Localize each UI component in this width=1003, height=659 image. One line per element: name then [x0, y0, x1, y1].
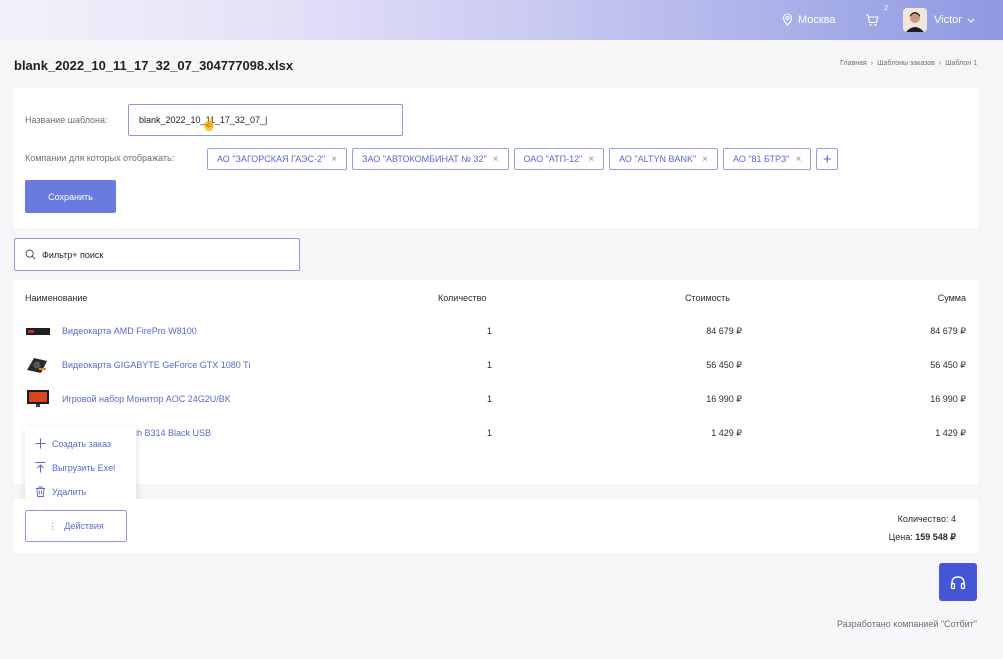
total-price: Цена: 159 548 ₽	[889, 528, 956, 546]
city-selector[interactable]: Москва	[782, 13, 836, 26]
product-thumbnail	[27, 358, 47, 373]
menu-item-label: Выгрузить Exel	[52, 462, 116, 473]
breadcrumb-home[interactable]: Главная	[840, 60, 867, 67]
user-menu[interactable]: Victor	[934, 14, 975, 26]
user-name: Victor	[934, 14, 962, 26]
menu-item-create-order[interactable]: Создать заказ	[35, 438, 111, 449]
menu-item-export-excel[interactable]: Выгрузить Exel	[35, 462, 115, 473]
company-chip[interactable]: АО "ЗАГОРСКАЯ ГАЭС-2" ×	[207, 148, 348, 170]
page-title: blank_2022_10_11_17_32_07_304777098.xlsx	[14, 58, 294, 73]
product-sum: 1 429 ₽	[935, 428, 966, 438]
product-thumbnail	[26, 328, 50, 335]
chevron-right-icon: ›	[870, 60, 874, 67]
column-header-name[interactable]: Наименование	[25, 293, 87, 303]
table-row: Видеокарта AMD FirePro W8100 1 84 679 ₽ …	[14, 314, 978, 348]
upload-icon	[35, 462, 46, 473]
column-header-quantity[interactable]: Количество	[438, 293, 486, 303]
company-chip-label: АО "ALTYN BANK"	[619, 154, 697, 164]
add-company-button[interactable]: +	[816, 148, 839, 170]
column-header-sum[interactable]: Сумма	[938, 293, 966, 303]
user-photo	[903, 8, 927, 32]
product-cost: 1 429 ₽	[711, 428, 742, 438]
table-row: Видеокарта GIGABYTE GeForce GTX 1080 Ti …	[14, 348, 978, 382]
product-sum: 56 450 ₽	[930, 360, 966, 370]
product-quantity: 1	[487, 326, 493, 336]
product-cost: 16 990 ₽	[706, 394, 742, 404]
company-chip-label: ЗАО "АВТОКОМБИНАТ № 32"	[362, 154, 487, 164]
avatar[interactable]	[903, 8, 927, 32]
page-content: blank_2022_10_11_17_32_07_304777098.xlsx…	[0, 40, 1003, 659]
plus-icon: +	[822, 150, 832, 168]
cart-icon	[866, 13, 879, 26]
menu-item-label: Удалить	[52, 486, 87, 497]
kebab-icon: ⋮	[48, 520, 58, 531]
product-quantity: 1	[487, 394, 493, 404]
product-name-link[interactable]: Видеокарта GIGABYTE GeForce GTX 1080 Ti	[62, 360, 250, 370]
product-sum: 16 990 ₽	[930, 394, 966, 404]
city-label: Москва	[798, 13, 836, 26]
price-label: Цена:	[888, 532, 913, 542]
company-chip[interactable]: АО "ALTYN BANK" ×	[609, 148, 719, 170]
company-chip-label: АО "ЗАГОРСКАЯ ГАЭС-2"	[217, 154, 326, 164]
location-pin-icon	[782, 13, 793, 26]
close-icon[interactable]: ×	[493, 154, 499, 165]
companies-label: Компании для которых отображать:	[25, 153, 175, 163]
company-chip[interactable]: ОАО "АТП-12" ×	[513, 148, 605, 170]
company-chip[interactable]: АО "81 БТРЗ" ×	[723, 148, 812, 170]
breadcrumb-current: Шаблон 1	[945, 60, 977, 67]
template-settings-card: Название шаблона: blank_2022_10_11_17_32…	[14, 88, 978, 228]
breadcrumb-templates[interactable]: Шаблоны заказов	[877, 60, 935, 67]
menu-item-delete[interactable]: Удалить	[35, 486, 86, 497]
chevron-down-icon	[967, 18, 975, 23]
search-text: Фильтр+ поиск	[42, 249, 104, 260]
order-totals: Количество: 4 Цена: 159 548 ₽	[889, 510, 956, 546]
product-cost: 84 679 ₽	[706, 326, 742, 336]
total-quantity: Количество: 4	[897, 514, 956, 524]
product-name-link[interactable]: Видеокарта AMD FirePro W8100	[62, 326, 197, 336]
product-cost: 56 450 ₽	[706, 360, 742, 370]
company-chip[interactable]: ЗАО "АВТОКОМБИНАТ № 32" ×	[352, 148, 509, 170]
product-sum: 84 679 ₽	[930, 326, 966, 336]
close-icon[interactable]: ×	[331, 154, 337, 165]
company-chips: АО "ЗАГОРСКАЯ ГАЭС-2" × ЗАО "АВТОКОМБИНА…	[207, 148, 839, 170]
cart-button[interactable]: 2	[861, 5, 888, 31]
column-header-cost[interactable]: Стоимость	[685, 293, 730, 303]
actions-button[interactable]: ⋮ Действия	[25, 510, 127, 542]
hand-cursor-icon: ☝	[201, 116, 218, 131]
support-button[interactable]	[939, 563, 977, 601]
product-thumbnail	[27, 390, 49, 407]
product-name-link[interactable]: Игровой набор Монитор AOC 24G2U/BK	[62, 394, 231, 404]
summary-card: ⋮ Действия Количество: 4 Цена: 159 548 ₽	[14, 499, 978, 553]
close-icon[interactable]: ×	[795, 154, 801, 165]
products-table: Наименование Количество Стоимость Сумма …	[14, 280, 978, 484]
save-button[interactable]: Сохранить	[25, 180, 116, 213]
menu-item-label: Создать заказ	[52, 438, 112, 449]
search-icon	[25, 249, 36, 260]
plus-icon	[35, 438, 46, 449]
developer-credit: Разработано компанией "Сотбит"	[837, 619, 977, 629]
chevron-right-icon: ›	[938, 60, 942, 67]
close-icon[interactable]: ×	[588, 154, 594, 165]
table-row: Игровой набор Монитор AOC 24G2U/BK 1 16 …	[14, 382, 978, 416]
template-name-input[interactable]: blank_2022_10_11_17_32_07_|	[128, 104, 403, 136]
product-quantity: 1	[487, 360, 493, 370]
template-name-label: Название шаблона:	[25, 115, 108, 125]
close-icon[interactable]: ×	[702, 154, 708, 165]
product-quantity: 1	[487, 428, 493, 438]
price-value: 159 548 ₽	[915, 532, 956, 542]
trash-icon	[36, 486, 45, 497]
top-bar: Москва 2 Victor	[0, 0, 1003, 40]
search-input[interactable]: Фильтр+ поиск	[14, 238, 300, 271]
company-chip-label: ОАО "АТП-12"	[523, 154, 583, 164]
actions-dropdown-menu: Создать заказ Выгрузить Exel Удалить	[25, 427, 136, 509]
headset-icon	[950, 575, 966, 589]
actions-label: Действия	[64, 521, 104, 531]
product-name-link[interactable]: tech B314 Black USB	[125, 428, 211, 438]
breadcrumb: Главная › Шаблоны заказов › Шаблон 1	[840, 60, 977, 67]
company-chip-label: АО "81 БТРЗ"	[733, 154, 790, 164]
table-row: tech B314 Black USB 1 1 429 ₽ 1 429 ₽	[14, 416, 978, 450]
cart-count-badge: 2	[884, 5, 888, 12]
